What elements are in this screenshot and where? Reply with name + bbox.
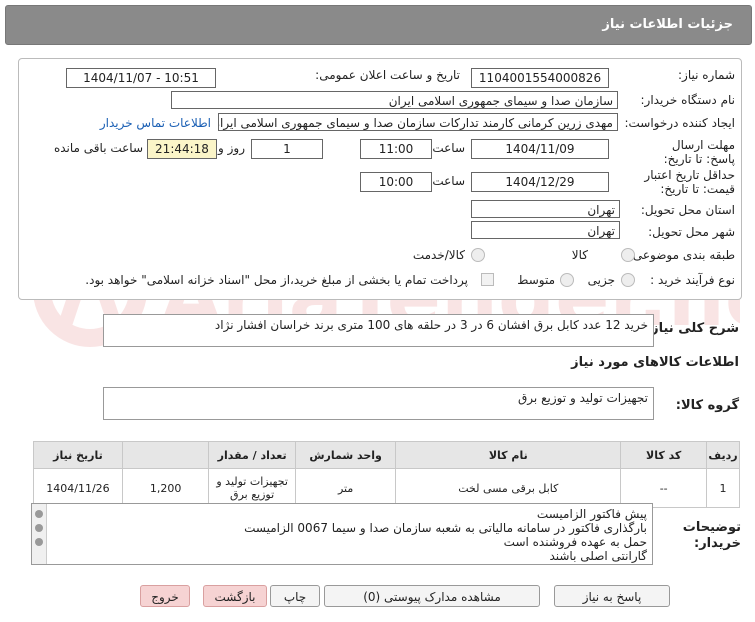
validity-time-field: 10:00: [360, 172, 432, 192]
validity-label: حداقل تاریخ اعتبار قیمت: تا تاریخ:: [644, 168, 735, 196]
remaining-time-field: 21:44:18: [147, 139, 217, 159]
page-header: جزئیات اطلاعات نیاز: [5, 5, 752, 45]
process-minor-label: جزیی: [587, 273, 615, 287]
category-goods-service-radio[interactable]: [471, 248, 485, 262]
col-index: ردیف: [706, 441, 740, 469]
col-qty: تعداد / مقدار: [208, 441, 296, 469]
goods-table: ردیف کد کالا نام کالا واحد شمارش تعداد /…: [33, 441, 740, 508]
col-code: کد کالا: [620, 441, 708, 469]
category-goods-radio[interactable]: [621, 248, 635, 262]
col-date: تاریخ نیاز: [33, 441, 123, 469]
process-medium-radio[interactable]: [560, 273, 574, 287]
note-line: گارانتی اصلی باشند: [549, 549, 647, 563]
process-medium-label: متوسط: [517, 273, 555, 287]
scroll-up-icon[interactable]: [35, 510, 43, 518]
table-row[interactable]: 1 -- کابل برقی مسی لخت متر تجهیزات تولید…: [33, 468, 740, 508]
cell-code: --: [620, 468, 708, 508]
process-label: نوع فرآیند خرید :: [650, 273, 735, 287]
cell-index: 1: [706, 468, 740, 508]
note-line: حمل به عهده فروشنده است: [503, 535, 647, 549]
deadline-date-field: 1404/11/09: [471, 139, 609, 159]
buyer-notes-label: توضیحات خریدار:: [682, 520, 741, 551]
category-goods-service-label: کالا/خدمت: [412, 248, 465, 262]
goods-group-label: گروه کالا:: [675, 398, 739, 413]
scroll-thumb-icon[interactable]: [35, 524, 43, 532]
print-button[interactable]: چاپ: [270, 585, 320, 607]
note-line: بارگذاری فاکتور در سامانه مالیاتی به شعب…: [244, 521, 647, 535]
deadline-label: مهلت ارسال پاسخ: تا تاریخ:: [663, 138, 735, 166]
requester-field: مهدی زرین کرمانی کارمند تدارکات سازمان ص…: [218, 113, 618, 131]
need-number-label: شماره نیاز:: [678, 68, 735, 82]
province-label: استان محل تحویل:: [640, 203, 735, 217]
col-unit: واحد شمارش: [294, 441, 397, 469]
contact-buyer-link[interactable]: اطلاعات تماس خریدار: [100, 116, 211, 130]
category-label: طبقه بندی موضوعی:: [628, 248, 735, 262]
validity-date-field: 1404/12/29: [471, 172, 609, 192]
announce-field: 1404/11/07 - 10:51: [66, 68, 216, 88]
exit-button[interactable]: خروج: [140, 585, 190, 607]
city-label: شهر محل تحویل:: [648, 225, 735, 239]
attachments-button[interactable]: مشاهده مدارک پیوستی (0): [324, 585, 540, 607]
payment-note: پرداخت تمام یا بخشی از مبلغ خرید،از محل …: [85, 273, 468, 287]
remaining-label: ساعت باقی مانده: [53, 141, 143, 155]
col-extra: [121, 441, 210, 469]
buyer-org-field: سازمان صدا و سیمای جمهوری اسلامی ایران: [171, 91, 618, 109]
deadline-time-label: ساعت: [432, 141, 465, 155]
goods-info-title: اطلاعات کالاهای مورد نیاز: [571, 355, 739, 370]
province-field: تهران: [471, 200, 620, 218]
city-field: تهران: [471, 221, 620, 239]
cell-name: کابل برقی مسی لخت: [395, 468, 622, 508]
requester-label: ایجاد کننده درخواست:: [624, 116, 735, 130]
announce-label: تاریخ و ساعت اعلان عمومی:: [315, 68, 460, 82]
deadline-time-field: 11:00: [360, 139, 432, 159]
need-number-field: 1104001554000826: [471, 68, 609, 88]
notes-scrollbar[interactable]: [32, 504, 47, 564]
days-label: روز و: [218, 141, 245, 155]
buyer-notes-field: پیش فاکتور الزامیست بارگذاری فاکتور در س…: [31, 503, 653, 565]
cell-date: 1404/11/26: [33, 468, 123, 508]
note-line: پیش فاکتور الزامیست: [536, 507, 647, 521]
category-goods-label: کالا: [571, 248, 588, 262]
cell-extra: تجهیزات تولید و توزیع برق: [208, 468, 296, 508]
summary-label: شرح کلی نیاز:: [645, 321, 739, 336]
cell-qty: 1,200: [121, 468, 210, 508]
goods-group-field: تجهیزات تولید و توزیع برق: [103, 387, 654, 420]
page-title: جزئیات اطلاعات نیاز: [602, 17, 733, 32]
scroll-down-icon[interactable]: [35, 538, 43, 546]
back-button[interactable]: بازگشت: [203, 585, 267, 607]
buyer-org-label: نام دستگاه خریدار:: [640, 93, 736, 107]
col-name: نام کالا: [395, 441, 622, 469]
process-minor-radio[interactable]: [621, 273, 635, 287]
treasury-payment-checkbox[interactable]: [481, 273, 494, 286]
summary-field: خرید 12 عدد کابل برق افشان 6 در 3 در حلق…: [103, 314, 654, 347]
days-field: 1: [251, 139, 323, 159]
cell-unit: متر: [294, 468, 397, 508]
reply-button[interactable]: پاسخ به نیاز: [554, 585, 670, 607]
validity-time-label: ساعت: [432, 174, 465, 188]
